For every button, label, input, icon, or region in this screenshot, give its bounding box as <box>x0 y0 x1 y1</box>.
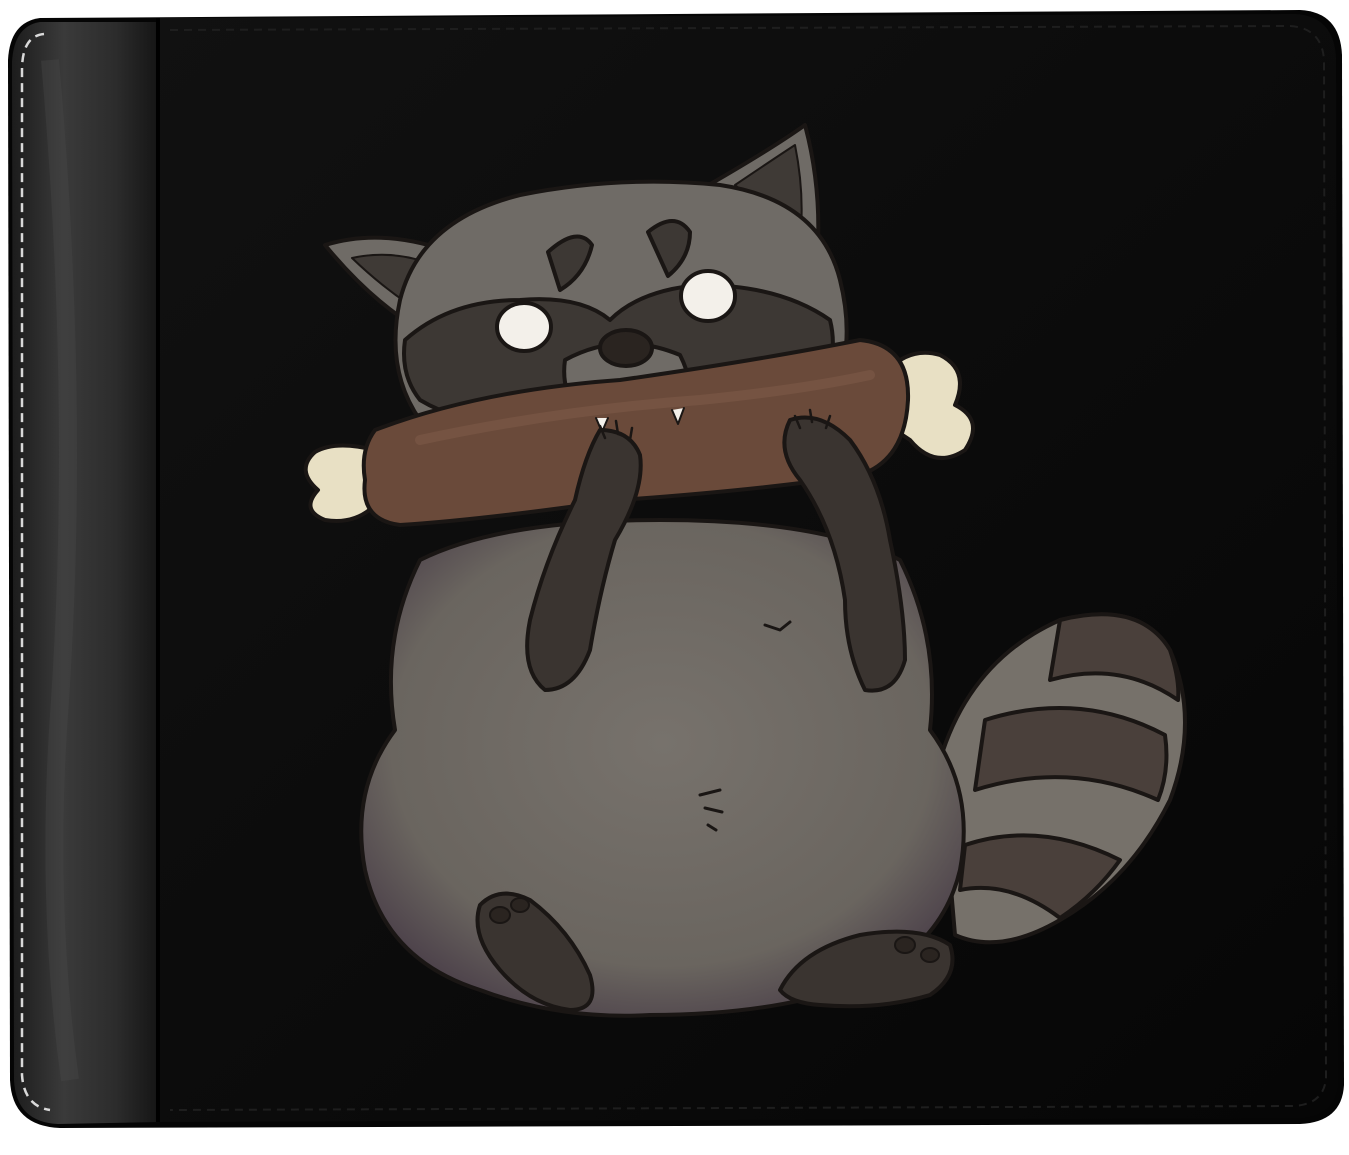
nose <box>598 328 654 368</box>
wallet-spine <box>12 22 160 1124</box>
product-photo <box>0 0 1349 1155</box>
left-eye <box>495 301 553 353</box>
wallet-illustration <box>8 10 1344 1128</box>
right-eye <box>679 269 737 323</box>
